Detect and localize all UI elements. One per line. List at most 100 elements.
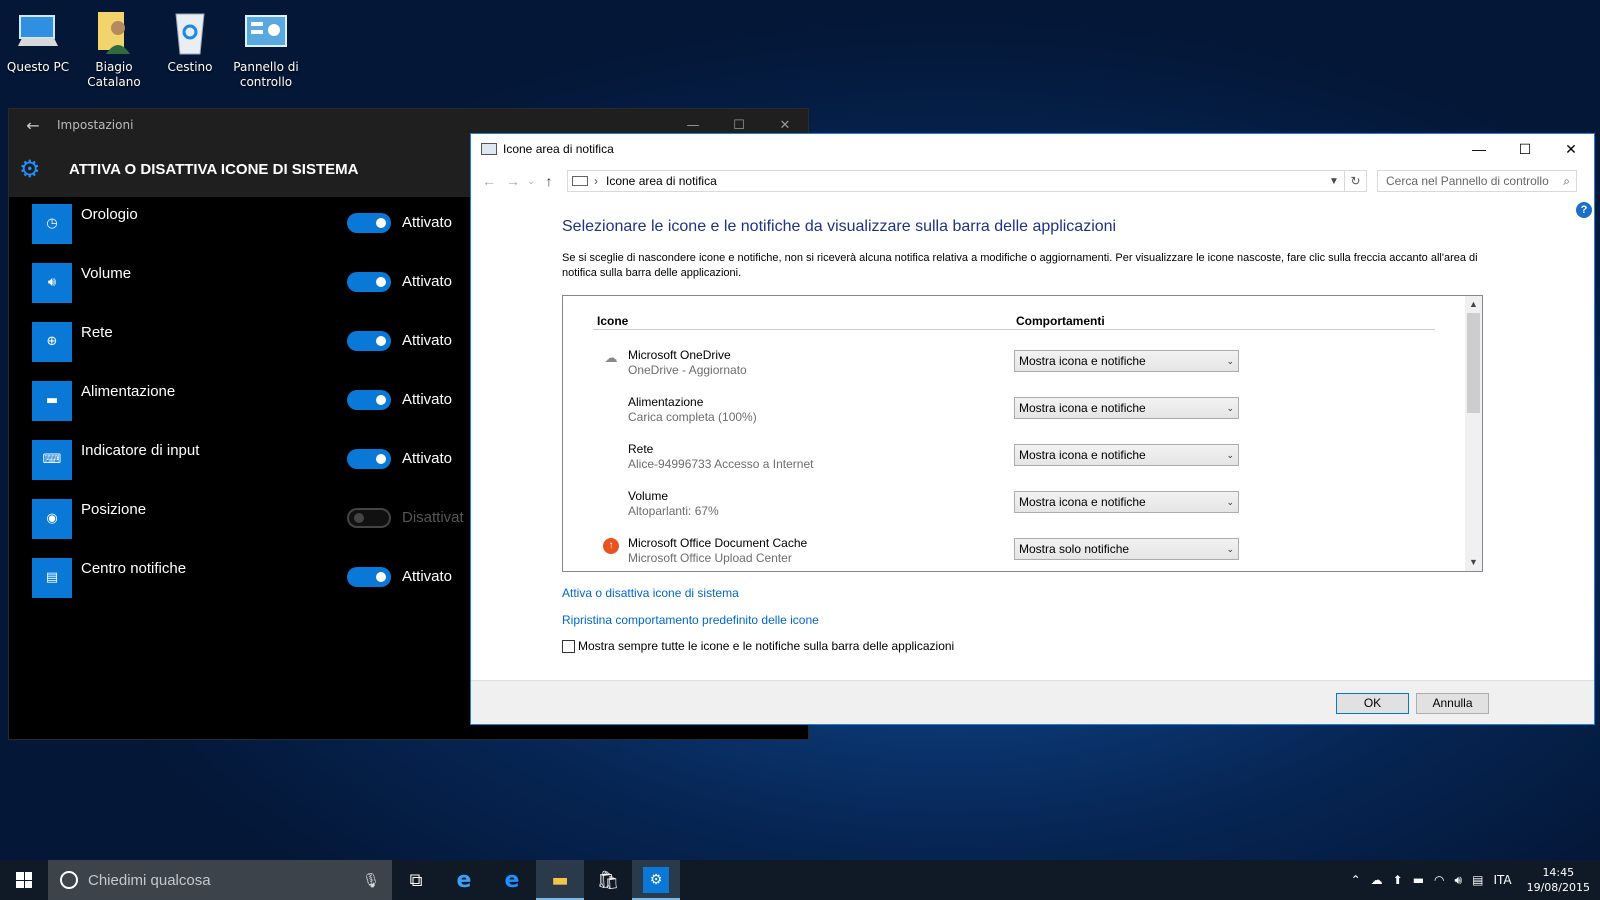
setting-label: Volume [81,265,132,282]
cancel-button[interactable]: Annulla [1416,693,1489,714]
toggle-switch[interactable] [347,213,391,233]
toggle-state: Attivato [402,391,453,408]
back-arrow-icon[interactable]: ← [477,173,501,189]
list-item-name: Microsoft Office Document Cache [628,536,808,550]
taskbar-store[interactable]: 🛍︎ [584,860,632,900]
list-item: Alimentazione Carica completa (100%) Mos… [593,393,1243,433]
folder-icon: ▬ [551,869,569,891]
start-button[interactable] [0,860,48,900]
behavior-dropdown[interactable]: Mostra solo notifiche ⌄ [1014,538,1239,560]
list-item-name: Volume [628,489,669,503]
task-view-button[interactable]: ⧉ [392,860,440,900]
setting-row-input: ⌨ Indicatore di input Attivato [32,440,482,480]
behavior-dropdown[interactable]: Mostra icona e notifiche ⌄ [1014,444,1239,466]
store-icon: 🛍︎ [596,869,620,891]
taskbar-file-explorer[interactable]: ▬ [536,860,584,900]
setting-row-orologio: ◷ Orologio Attivato [32,204,482,244]
desktop-icon-user-folder[interactable]: Biagio Catalano [76,8,152,90]
taskbar-internet-explorer[interactable]: e [440,860,488,900]
maximize-button[interactable]: ☐ [716,118,762,133]
toggle-switch[interactable] [347,272,391,292]
desktop-icon-pannello[interactable]: Pannello di controllo [228,8,304,90]
list-item: Rete Alice-94996733 Accesso a Internet M… [593,440,1243,480]
behavior-dropdown[interactable]: Mostra icona e notifiche ⌄ [1014,397,1239,419]
toggle-state: Attivato [402,450,453,467]
computer-icon [14,8,62,56]
always-show-checkbox[interactable] [562,639,575,653]
toggle-switch[interactable] [347,331,391,351]
cortana-search-box[interactable]: Chiedimi qualcosa 🎙︎ [48,860,392,900]
scroll-down-icon[interactable]: ▼ [1465,554,1482,571]
setting-label: Alimentazione [81,383,176,400]
network-icon: ⊕ [32,322,72,362]
list-item: ☁ Microsoft OneDrive OneDrive - Aggiorna… [593,346,1243,386]
office-upload-icon[interactable]: ⬆ [1388,873,1408,887]
dropdown-value: Mostra icona e notifiche [1019,448,1146,462]
wifi-icon[interactable]: ◠ [1429,873,1449,887]
setting-label: Orologio [81,206,138,223]
clock-icon: ◷ [32,204,72,244]
help-icon[interactable]: ? [1576,202,1592,218]
taskbar-edge[interactable]: e [488,860,536,900]
search-input[interactable]: Cerca nel Pannello di controllo ⌕ [1377,170,1577,192]
setting-row-posizione: ◉ Posizione Disattivat [32,499,482,539]
always-show-checkbox-row[interactable]: Mostra sempre tutte le icone e le notifi… [562,639,954,653]
list-item-status: Altoparlanti: 67% [628,504,719,518]
toggle-switch[interactable] [347,567,391,587]
chevron-up-icon[interactable]: ⌃ [1346,873,1366,887]
minimize-button[interactable]: — [670,118,716,133]
page-heading: Selezionare le icone e le notifiche da v… [562,218,1117,235]
system-icons-link[interactable]: Attiva o disattiva icone di sistema [562,586,739,600]
list-item-status: OneDrive - Aggiornato [628,363,747,377]
up-arrow-icon[interactable]: ↑ [537,173,561,189]
close-button[interactable]: ✕ [1548,141,1594,158]
gear-icon: ⚙ [643,867,669,893]
toggle-state: Disattivat [402,509,464,526]
search-icon[interactable]: ⌕ [1563,174,1570,189]
toggle-switch[interactable] [347,390,391,410]
minimize-button[interactable]: — [1456,141,1502,158]
maximize-button[interactable]: ☐ [1502,141,1548,158]
onedrive-icon[interactable]: ☁ [1366,873,1388,887]
battery-icon[interactable]: ▬ [1408,873,1429,887]
volume-icon[interactable]: 🔊︎ [1450,873,1468,888]
control-panel-icon [242,8,290,56]
back-arrow-icon[interactable]: ← [9,116,57,135]
page-title: ATTIVA O DISATTIVA ICONE DI SISTEMA [69,160,359,178]
desktop-icon-label: Questo PC [6,60,70,74]
header-divider [593,329,1435,330]
task-view-icon: ⧉ [409,869,423,891]
breadcrumb-separator: › [594,174,598,188]
behavior-dropdown[interactable]: Mostra icona e notifiche ⌄ [1014,491,1239,513]
checkbox-label[interactable]: Mostra sempre tutte le icone e le notifi… [578,639,954,653]
vertical-scrollbar[interactable]: ▲ ▼ [1465,296,1482,571]
microphone-icon[interactable]: 🎙︎ [362,872,380,889]
breadcrumb[interactable]: Icone area di notifica [606,174,717,188]
close-button[interactable]: ✕ [762,118,808,133]
scroll-up-icon[interactable]: ▲ [1465,296,1482,313]
refresh-icon[interactable]: ↻ [1345,170,1367,192]
forward-arrow-icon[interactable]: → [501,173,525,189]
list-item-status: Carica completa (100%) [628,410,757,424]
toggle-switch[interactable] [347,449,391,469]
navigation-bar: ← → ⌄ ↑ › Icone area di notifica ▼ ↻ Cer… [471,164,1594,198]
desktop-icon-questo-pc[interactable]: Questo PC [0,8,76,75]
toggle-switch[interactable] [347,508,391,528]
language-indicator[interactable]: ITA [1488,873,1516,887]
chevron-down-icon[interactable]: ▼ [1324,176,1344,187]
action-center-icon[interactable]: ▤ [1467,873,1488,887]
toggle-state: Attivato [402,214,453,231]
scrollbar-thumb[interactable] [1467,313,1480,413]
taskbar-settings[interactable]: ⚙ [632,860,680,900]
recent-dropdown-icon[interactable]: ⌄ [525,176,537,187]
behavior-dropdown[interactable]: Mostra icona e notifiche ⌄ [1014,350,1239,372]
notification-icons-list: Icone Comportamenti ☁ Microsoft OneDrive… [562,295,1483,572]
ok-button[interactable]: OK [1336,693,1409,714]
address-bar[interactable]: › Icone area di notifica ▼ [567,170,1345,192]
clock[interactable]: 14:45 19/08/2015 [1517,865,1600,895]
desktop-icon-cestino[interactable]: Cestino [152,8,228,75]
edge-icon: e [504,867,520,893]
chevron-down-icon: ⌄ [1226,356,1234,366]
restore-defaults-link[interactable]: Ripristina comportamento predefinito del… [562,613,819,627]
desktop-icon-label: Cestino [167,60,213,74]
